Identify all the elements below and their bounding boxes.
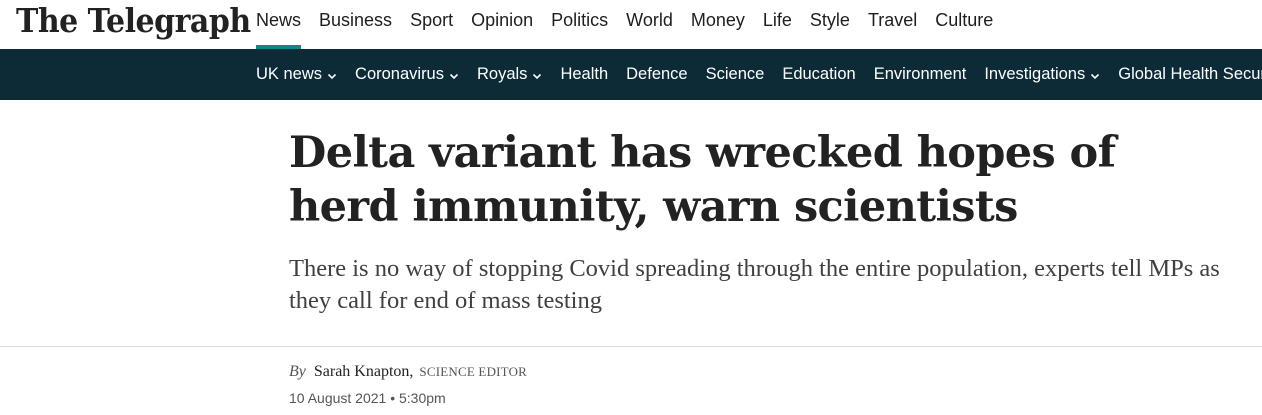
subnav-item-science[interactable]: Science <box>706 65 765 84</box>
nav-item-label: News <box>256 10 302 30</box>
subnav-item-uk-news[interactable]: UK news <box>256 65 337 84</box>
nav-item-politics[interactable]: Politics <box>542 0 617 49</box>
nav-item-life[interactable]: Life <box>754 0 801 49</box>
chevron-down-icon <box>449 73 459 79</box>
nav-item-label: Travel <box>867 10 918 30</box>
nav-item-sport[interactable]: Sport <box>401 0 462 49</box>
nav-item-label: Culture <box>935 10 994 30</box>
nav-item-label: Life <box>762 10 792 30</box>
subnav-item-environment[interactable]: Environment <box>874 65 967 84</box>
subnav-item-label: Investigations <box>984 65 1086 83</box>
byline-prefix: By <box>289 363 306 380</box>
nav-item-culture[interactable]: Culture <box>926 0 1002 49</box>
nav-item-label: Money <box>690 10 745 30</box>
subnav-list: UK news Coronavirus Royals Health Defenc… <box>256 49 1262 100</box>
byline: By Sarah Knapton, SCIENCE EDITOR <box>289 363 527 381</box>
subnav-item-label: Environment <box>873 65 967 83</box>
nav-item-travel[interactable]: Travel <box>859 0 926 49</box>
article-header: Delta variant has wrecked hopes of herd … <box>0 100 1262 347</box>
nav-item-world[interactable]: World <box>617 0 682 49</box>
author-role: SCIENCE EDITOR <box>419 364 528 379</box>
chevron-down-icon <box>1091 73 1100 79</box>
nav-item-label: Sport <box>410 10 454 30</box>
masthead: The Telegraph News Business Sport Opinio… <box>0 0 1262 49</box>
nav-item-label: World <box>626 10 673 30</box>
subnav-item-royals[interactable]: Royals <box>477 65 542 84</box>
nav-item-label: Style <box>809 10 850 30</box>
telegraph-logo[interactable]: The Telegraph <box>16 2 251 43</box>
author-link[interactable]: Sarah Knapton, <box>314 363 414 380</box>
subnav-item-label: UK news <box>256 65 323 83</box>
nav-item-news[interactable]: News <box>256 0 310 49</box>
nav-item-opinion[interactable]: Opinion <box>462 0 542 49</box>
article-headline: Delta variant has wrecked hopes of herd … <box>289 128 1116 232</box>
article-standfirst: There is no way of stopping Covid spread… <box>289 255 1220 314</box>
subnav-item-investigations[interactable]: Investigations <box>984 65 1100 84</box>
subnav-item-defence[interactable]: Defence <box>626 65 687 84</box>
subnav-item-label: Royals <box>477 65 528 83</box>
header-divider <box>0 346 1262 347</box>
nav-item-label: Business <box>319 10 393 30</box>
publish-date: 10 August 2021 • 5:30pm <box>289 390 446 406</box>
subnav-item-label: Global Health Security <box>1118 65 1262 83</box>
section-subnav: UK news Coronavirus Royals Health Defenc… <box>0 49 1262 100</box>
nav-item-business[interactable]: Business <box>310 0 401 49</box>
subnav-item-global-health-security[interactable]: Global Health Security <box>1118 65 1262 84</box>
subnav-item-label: Coronavirus <box>355 65 444 83</box>
subnav-item-label: Science <box>705 65 765 83</box>
nav-item-label: Politics <box>551 10 609 30</box>
subnav-item-coronavirus[interactable]: Coronavirus <box>355 65 459 84</box>
nav-item-money[interactable]: Money <box>682 0 754 49</box>
chevron-down-icon <box>533 73 542 79</box>
nav-item-label: Opinion <box>471 10 534 30</box>
nav-item-style[interactable]: Style <box>801 0 859 49</box>
subnav-item-label: Defence <box>626 65 688 83</box>
subnav-item-health[interactable]: Health <box>560 65 608 84</box>
subnav-item-label: Health <box>560 65 609 83</box>
subnav-item-label: Education <box>782 65 856 83</box>
primary-nav: News Business Sport Opinion Politics Wor… <box>256 0 1002 49</box>
chevron-down-icon <box>327 73 337 79</box>
subnav-item-education[interactable]: Education <box>782 65 855 84</box>
